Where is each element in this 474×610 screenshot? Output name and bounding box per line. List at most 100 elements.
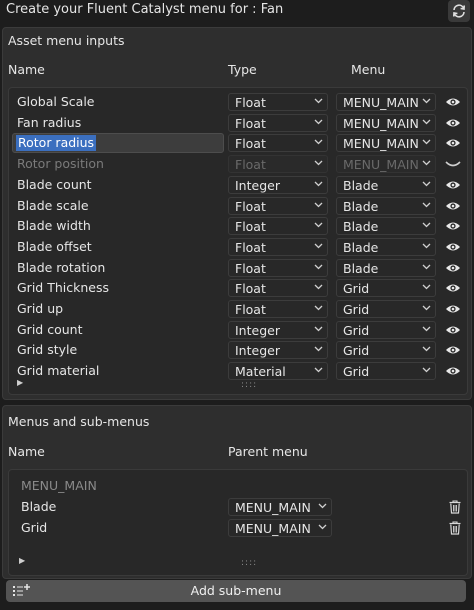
menu-dropdown[interactable]: Grid bbox=[336, 300, 436, 318]
type-dropdown[interactable]: Float bbox=[228, 196, 328, 215]
input-row[interactable]: Fan radius Float MENU_MAIN bbox=[9, 113, 467, 133]
resize-grip[interactable]: :::: bbox=[241, 558, 257, 568]
input-name-label[interactable]: Blade offset bbox=[17, 239, 92, 254]
menu-value: Blade bbox=[343, 219, 379, 235]
type-dropdown[interactable]: Float bbox=[228, 134, 328, 153]
chevron-down-icon bbox=[422, 139, 431, 145]
menu-dropdown[interactable]: MENU_MAIN bbox=[336, 113, 436, 132]
visibility-toggle[interactable] bbox=[445, 178, 461, 192]
refresh-button[interactable] bbox=[448, 0, 470, 22]
menu-dropdown[interactable]: Blade bbox=[336, 196, 436, 215]
visibility-toggle[interactable] bbox=[445, 364, 461, 378]
menu-dropdown[interactable]: MENU_MAIN bbox=[336, 155, 436, 174]
chevron-down-icon bbox=[314, 181, 323, 187]
type-dropdown[interactable]: Float bbox=[228, 258, 328, 277]
visibility-toggle[interactable] bbox=[445, 281, 461, 295]
input-row[interactable]: Blade width Float Blade bbox=[9, 216, 467, 236]
input-row[interactable]: Rotor radius Float MENU_MAIN bbox=[9, 133, 467, 154]
visibility-toggle[interactable] bbox=[445, 302, 461, 316]
menu-dropdown[interactable]: Grid bbox=[336, 341, 436, 360]
type-value: Float bbox=[235, 198, 266, 214]
menu-value: Grid bbox=[343, 322, 370, 338]
type-dropdown[interactable]: Float bbox=[228, 155, 328, 174]
submenu-row[interactable]: Blade MENU_MAIN bbox=[9, 497, 467, 517]
input-name-label[interactable]: Grid count bbox=[17, 322, 82, 337]
menu-dropdown[interactable]: MENU_MAIN bbox=[336, 134, 436, 153]
input-name-label[interactable]: Rotor position bbox=[17, 156, 104, 171]
submenu-name[interactable]: Blade bbox=[21, 499, 56, 514]
visibility-toggle[interactable] bbox=[445, 240, 461, 254]
add-submenu-button[interactable]: Add sub-menu bbox=[6, 580, 466, 602]
menu-dropdown[interactable]: Blade bbox=[336, 175, 436, 194]
chevron-down-icon bbox=[314, 346, 323, 352]
visibility-toggle[interactable] bbox=[445, 95, 461, 109]
menu-dropdown[interactable]: MENU_MAIN bbox=[336, 93, 436, 111]
type-value: Float bbox=[235, 260, 266, 276]
trash-icon bbox=[449, 521, 461, 535]
menu-value: MENU_MAIN bbox=[343, 157, 419, 173]
input-row[interactable]: Blade rotation Float Blade bbox=[9, 258, 467, 278]
menu-dropdown[interactable]: Grid bbox=[336, 320, 436, 339]
input-row[interactable]: Grid material Material Grid bbox=[9, 361, 467, 381]
type-dropdown[interactable]: Integer bbox=[228, 320, 328, 339]
chevron-down-icon bbox=[318, 524, 327, 530]
menu-value: Grid bbox=[343, 343, 370, 359]
type-dropdown[interactable]: Float bbox=[228, 237, 328, 256]
input-name-label[interactable]: Grid up bbox=[17, 301, 63, 316]
type-dropdown[interactable]: Float bbox=[228, 93, 328, 111]
type-value: Integer bbox=[235, 322, 280, 338]
input-name-label[interactable]: Fan radius bbox=[17, 115, 81, 130]
input-name-label[interactable]: Blade scale bbox=[17, 198, 89, 213]
input-row[interactable]: Grid Thickness Float Grid bbox=[9, 278, 467, 298]
delete-submenu-button[interactable] bbox=[449, 521, 461, 538]
visibility-toggle[interactable] bbox=[445, 323, 461, 337]
input-row[interactable]: Blade count Integer Blade bbox=[9, 175, 467, 195]
input-name-field[interactable]: Rotor radius bbox=[12, 133, 224, 154]
input-row[interactable]: Grid style Integer Grid bbox=[9, 340, 467, 360]
input-name-label[interactable]: Grid material bbox=[17, 363, 99, 378]
type-value: Float bbox=[235, 302, 266, 317]
eye-icon bbox=[446, 264, 460, 272]
input-name-label[interactable]: Blade count bbox=[17, 177, 92, 192]
input-name-label[interactable]: Blade rotation bbox=[17, 260, 105, 275]
menu-dropdown[interactable]: Grid bbox=[336, 362, 436, 381]
delete-submenu-button[interactable] bbox=[449, 500, 461, 517]
input-row[interactable]: Grid up Float Grid bbox=[9, 299, 467, 319]
type-dropdown[interactable]: Float bbox=[228, 113, 328, 132]
visibility-toggle[interactable] bbox=[445, 116, 461, 130]
input-name-label[interactable]: Blade width bbox=[17, 218, 91, 233]
visibility-toggle[interactable] bbox=[445, 219, 461, 233]
menu-dropdown[interactable]: Blade bbox=[336, 237, 436, 256]
type-dropdown[interactable]: Integer bbox=[228, 175, 328, 194]
visibility-toggle[interactable] bbox=[445, 157, 461, 171]
parent-menu-dropdown[interactable]: MENU_MAIN bbox=[228, 498, 332, 516]
input-name-label[interactable]: Grid style bbox=[17, 342, 77, 357]
type-dropdown[interactable]: Float bbox=[228, 217, 328, 236]
menu-dropdown[interactable]: Blade bbox=[336, 258, 436, 277]
type-dropdown[interactable]: Integer bbox=[228, 341, 328, 360]
input-row[interactable]: Blade offset Float Blade bbox=[9, 237, 467, 257]
parent-menu-dropdown[interactable]: MENU_MAIN bbox=[228, 519, 332, 537]
input-row[interactable]: Grid count Integer Grid bbox=[9, 320, 467, 340]
type-dropdown[interactable]: Float bbox=[228, 300, 328, 318]
menu-dropdown[interactable]: Blade bbox=[336, 217, 436, 236]
type-dropdown[interactable]: Float bbox=[228, 279, 328, 298]
expand-toggle[interactable]: ▶ bbox=[17, 378, 23, 387]
expand-toggle[interactable]: ▶ bbox=[19, 556, 25, 565]
visibility-toggle[interactable] bbox=[445, 261, 461, 275]
visibility-toggle[interactable] bbox=[445, 343, 461, 357]
menu-dropdown[interactable]: Grid bbox=[336, 279, 436, 298]
chevron-down-icon bbox=[314, 264, 323, 270]
input-name-label[interactable]: Grid Thickness bbox=[17, 280, 109, 295]
visibility-toggle[interactable] bbox=[445, 199, 461, 213]
submenu-name[interactable]: Grid bbox=[21, 520, 47, 535]
input-row[interactable]: Blade scale Float Blade bbox=[9, 196, 467, 216]
chevron-down-icon bbox=[422, 202, 431, 207]
visibility-toggle[interactable] bbox=[445, 136, 461, 150]
submenu-row[interactable]: Grid MENU_MAIN bbox=[9, 518, 467, 538]
input-name-label[interactable]: Global Scale bbox=[17, 94, 94, 109]
resize-grip[interactable]: :::: bbox=[241, 380, 257, 390]
input-row[interactable]: Global Scale Float MENU_MAIN bbox=[9, 92, 467, 112]
input-row[interactable]: Rotor position Float MENU_MAIN bbox=[9, 154, 467, 174]
type-dropdown[interactable]: Material bbox=[228, 362, 328, 381]
